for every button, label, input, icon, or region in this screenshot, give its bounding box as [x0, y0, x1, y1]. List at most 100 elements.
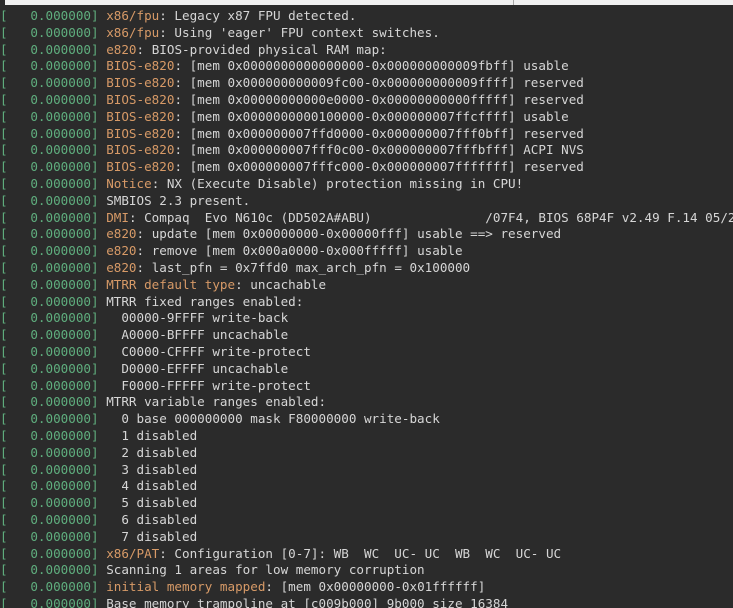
log-subsystem-prefix: MTRR default type: [106, 276, 236, 292]
log-line: [ 0.000000] C0000-CFFFF write-protect: [0, 344, 733, 361]
log-bracket-open: [: [0, 75, 8, 91]
log-bracket-open: [: [0, 108, 8, 124]
log-timestamp: 0.000000: [7, 545, 91, 561]
log-timestamp: 0.000000: [7, 259, 91, 275]
log-bracket-close: ]: [91, 461, 99, 477]
log-message: : [mem 0x000000007ffd0000-0x000000007fff…: [174, 125, 584, 141]
log-bracket-open: [: [0, 91, 8, 107]
log-message: MTRR fixed ranges enabled:: [106, 293, 304, 309]
log-bracket-open: [: [0, 511, 8, 527]
log-bracket-close: ]: [91, 595, 99, 608]
log-bracket-open: [: [0, 159, 8, 175]
log-line: [ 0.000000] MTRR fixed ranges enabled:: [0, 294, 733, 311]
log-bracket-open: [: [0, 427, 8, 443]
log-bracket-close: ]: [91, 427, 99, 443]
log-timestamp: 0.000000: [7, 293, 91, 309]
log-line: [ 0.000000] SMBIOS 2.3 present.: [0, 193, 733, 210]
log-bracket-close: ]: [91, 125, 99, 141]
log-bracket-close: ]: [91, 377, 99, 393]
log-bracket-open: [: [0, 478, 8, 494]
log-message: : last_pfn = 0x7ffd0 max_arch_pfn = 0x10…: [136, 259, 471, 275]
log-line: [ 0.000000] A0000-BFFFF uncachable: [0, 327, 733, 344]
log-message: 1 disabled: [106, 427, 198, 443]
log-subsystem-prefix: x86/PAT: [106, 545, 160, 561]
log-timestamp: 0.000000: [7, 243, 91, 259]
log-timestamp: 0.000000: [7, 495, 91, 511]
log-message: : Configuration [0-7]: WB WC UC- UC WB W…: [159, 545, 562, 561]
log-bracket-close: ]: [91, 579, 99, 595]
log-message: : BIOS-provided physical RAM map:: [136, 41, 387, 57]
log-line: [ 0.000000] BIOS-e820: [mem 0x0000000000…: [0, 75, 733, 92]
log-bracket-open: [: [0, 41, 8, 57]
log-message: 0 base 000000000 mask F80000000 write-ba…: [106, 411, 440, 427]
log-message: : Legacy x87 FPU detected.: [159, 8, 357, 23]
log-message: : [mem 0x000000007fff0c00-0x000000007fff…: [174, 142, 584, 158]
log-subsystem-prefix: DMI: [106, 209, 129, 225]
log-message: 00000-9FFFF write-back: [106, 310, 289, 326]
log-line: [ 0.000000] e820: BIOS-provided physical…: [0, 42, 733, 59]
log-bracket-close: ]: [91, 8, 99, 23]
kernel-boot-console[interactable]: [ 0.000000] x86/fpu: Legacy x87 FPU dete…: [0, 5, 733, 608]
log-subsystem-prefix: BIOS-e820: [106, 58, 175, 74]
log-bracket-close: ]: [91, 142, 99, 158]
log-bracket-close: ]: [91, 310, 99, 326]
log-message: : uncachable: [235, 276, 327, 292]
log-timestamp: 0.000000: [7, 75, 91, 91]
log-bracket-open: [: [0, 411, 8, 427]
log-bracket-open: [: [0, 142, 8, 158]
log-bracket-open: [: [0, 24, 8, 40]
log-message: MTRR variable ranges enabled:: [106, 394, 327, 410]
log-message: Base memory trampoline at [c009b000] 9b0…: [106, 595, 509, 608]
log-bracket-close: ]: [91, 360, 99, 376]
log-bracket-close: ]: [91, 528, 99, 544]
log-line: [ 0.000000] Base memory trampoline at [c…: [0, 596, 733, 608]
log-bracket-close: ]: [91, 175, 99, 191]
log-bracket-open: [: [0, 8, 8, 23]
log-subsystem-prefix: BIOS-e820: [106, 159, 175, 175]
log-line: [ 0.000000] x86/fpu: Using 'eager' FPU c…: [0, 25, 733, 42]
log-message: 7 disabled: [106, 528, 198, 544]
log-timestamp: 0.000000: [7, 276, 91, 292]
log-line: [ 0.000000] BIOS-e820: [mem 0x000000007f…: [0, 142, 733, 159]
log-timestamp: 0.000000: [7, 159, 91, 175]
log-bracket-close: ]: [91, 293, 99, 309]
log-timestamp: 0.000000: [7, 444, 91, 460]
log-line: [ 0.000000] 00000-9FFFF write-back: [0, 310, 733, 327]
log-timestamp: 0.000000: [7, 595, 91, 608]
log-bracket-close: ]: [91, 411, 99, 427]
log-message: : NX (Execute Disable) protection missin…: [151, 175, 524, 191]
log-timestamp: 0.000000: [7, 226, 91, 242]
log-line: [ 0.000000] x86/PAT: Configuration [0-7]…: [0, 546, 733, 563]
log-bracket-close: ]: [91, 495, 99, 511]
log-bracket-open: [: [0, 175, 8, 191]
log-message: A0000-BFFFF uncachable: [106, 327, 289, 343]
log-subsystem-prefix: Notice: [106, 175, 152, 191]
log-line: [ 0.000000] BIOS-e820: [mem 0x0000000000…: [0, 58, 733, 75]
log-line: [ 0.000000] 3 disabled: [0, 462, 733, 479]
log-message: C0000-CFFFF write-protect: [106, 343, 311, 359]
log-message: : update [mem 0x00000000-0x00000fff] usa…: [136, 226, 562, 242]
log-timestamp: 0.000000: [7, 192, 91, 208]
log-bracket-close: ]: [91, 108, 99, 124]
log-bracket-close: ]: [91, 276, 99, 292]
log-timestamp: 0.000000: [7, 8, 91, 23]
log-bracket-open: [: [0, 360, 8, 376]
log-message: : [mem 0x000000007fffc000-0x000000007fff…: [174, 159, 584, 175]
log-line: [ 0.000000] Scanning 1 areas for low mem…: [0, 562, 733, 579]
log-timestamp: 0.000000: [7, 327, 91, 343]
log-line: [ 0.000000] BIOS-e820: [mem 0x0000000000…: [0, 92, 733, 109]
log-message: D0000-EFFFF uncachable: [106, 360, 289, 376]
log-bracket-close: ]: [91, 41, 99, 57]
log-bracket-open: [: [0, 192, 8, 208]
log-timestamp: 0.000000: [7, 377, 91, 393]
log-message: : [mem 0x0000000000000000-0x000000000009…: [174, 58, 569, 74]
log-line: [ 0.000000] x86/fpu: Legacy x87 FPU dete…: [0, 8, 733, 25]
log-message: SMBIOS 2.3 present.: [106, 192, 251, 208]
log-bracket-open: [: [0, 461, 8, 477]
log-timestamp: 0.000000: [7, 125, 91, 141]
log-line: [ 0.000000] 0 base 000000000 mask F80000…: [0, 411, 733, 428]
log-subsystem-prefix: e820: [106, 259, 137, 275]
log-bracket-open: [: [0, 259, 8, 275]
log-bracket-close: ]: [91, 478, 99, 494]
log-bracket-open: [: [0, 58, 8, 74]
